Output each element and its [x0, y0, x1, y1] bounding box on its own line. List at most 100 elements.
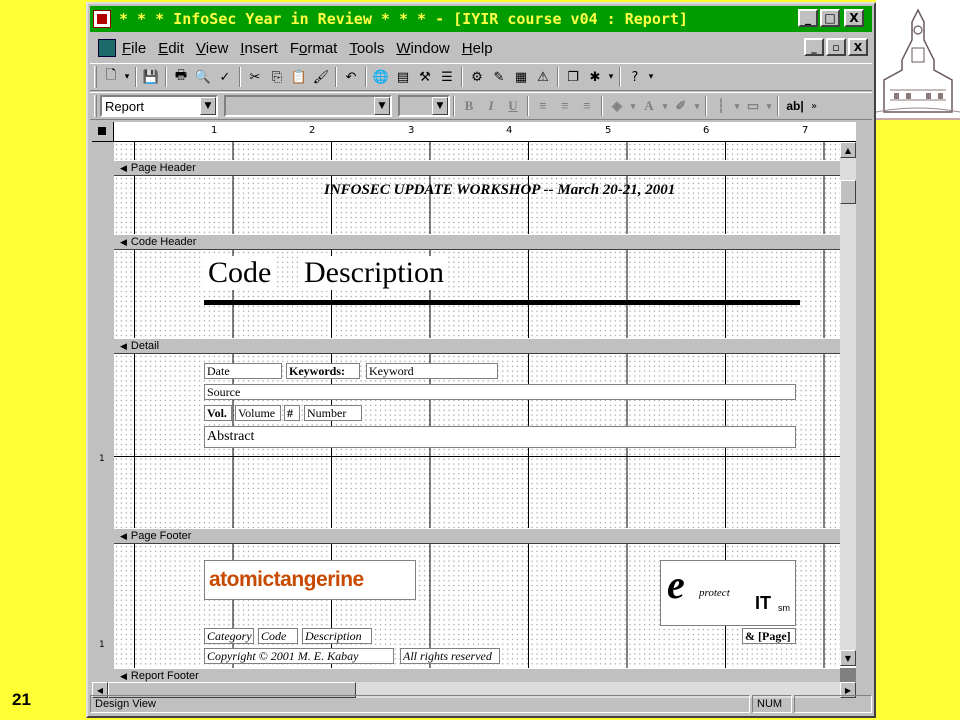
code-icon[interactable]: ✎	[488, 66, 510, 88]
autoformat-icon[interactable]: ⚙	[466, 66, 488, 88]
title-bar[interactable]: * * * InfoSec Year in Review * * * - [IY…	[90, 6, 872, 32]
vertical-scrollbar[interactable]: ▲ ▼	[840, 142, 856, 666]
minimize-button[interactable]: _	[798, 9, 818, 27]
text-box-control-icon[interactable]: ab|	[782, 95, 808, 117]
database-window-icon[interactable]: ❐	[562, 66, 584, 88]
view-dropdown-icon[interactable]: ▾	[122, 66, 132, 88]
select-report-corner[interactable]	[92, 122, 114, 142]
toolbox-icon[interactable]: ⚒	[414, 66, 436, 88]
sorting-grouping-icon[interactable]: ☰	[436, 66, 458, 88]
footer-code-field[interactable]: Code	[258, 628, 298, 644]
align-center-icon[interactable]: ≡	[554, 95, 576, 117]
access-app-icon[interactable]	[93, 10, 111, 28]
report-header-title[interactable]: INFOSEC UPDATE WORKSHOP -- March 20-21, …	[324, 182, 675, 199]
paste-icon[interactable]: 📋	[288, 66, 310, 88]
bold-icon[interactable]: B	[458, 95, 480, 117]
undo-icon[interactable]: ↶	[340, 66, 362, 88]
toolbar-grip[interactable]	[94, 95, 97, 117]
spelling-icon[interactable]: ✓	[214, 66, 236, 88]
align-left-icon[interactable]: ≡	[532, 95, 554, 117]
menu-help[interactable]: Help	[462, 40, 493, 57]
properties-icon[interactable]: ▦	[510, 66, 532, 88]
keywords-label[interactable]: Keywords:	[286, 363, 360, 379]
font-combo-arrow-icon[interactable]: ▼	[374, 97, 390, 115]
horizontal-ruler[interactable]: 1 2 3 4 5 6 7	[114, 122, 856, 142]
page-number-field[interactable]: & [Page]	[742, 628, 796, 644]
menu-view[interactable]: View	[196, 40, 228, 57]
fill-color-dropdown-icon[interactable]: ▾	[628, 95, 638, 117]
scroll-down-icon[interactable]: ▼	[840, 650, 856, 666]
align-right-icon[interactable]: ≡	[576, 95, 598, 117]
menu-format[interactable]: Format	[290, 40, 338, 57]
toolbar-grip[interactable]	[94, 66, 97, 88]
menu-window[interactable]: Window	[396, 40, 449, 57]
font-color-dropdown-icon[interactable]: ▾	[660, 95, 670, 117]
save-icon[interactable]: 💾	[140, 66, 162, 88]
hyperlink-icon[interactable]: 🌐	[370, 66, 392, 88]
menu-edit[interactable]: Edit	[158, 40, 184, 57]
doc-restore-button[interactable]: ▫	[826, 38, 846, 56]
line-width-icon[interactable]: ┆	[710, 95, 732, 117]
menu-insert[interactable]: Insert	[240, 40, 278, 57]
size-combo-arrow-icon[interactable]: ▼	[432, 97, 448, 115]
italic-icon[interactable]: I	[480, 95, 502, 117]
line-color-dropdown-icon[interactable]: ▾	[692, 95, 702, 117]
number-field[interactable]: Number	[304, 405, 362, 421]
vertical-scroll-thumb[interactable]	[840, 180, 856, 204]
date-field[interactable]: Date	[204, 363, 282, 379]
toolbar-options-icon[interactable]: ▾	[646, 66, 656, 88]
description-column-label[interactable]: Description	[300, 256, 448, 290]
font-combo[interactable]: ▼	[224, 95, 392, 117]
maximize-button[interactable]: □	[820, 9, 840, 27]
close-button[interactable]: X	[844, 9, 864, 27]
keyword-field[interactable]: Keyword	[366, 363, 498, 379]
object-combo-arrow-icon[interactable]: ▼	[200, 97, 216, 115]
fill-color-icon[interactable]: ◈	[606, 95, 628, 117]
new-object-dropdown-icon[interactable]: ▾	[606, 66, 616, 88]
atomic-tangerine-logo[interactable]: atomictangerine	[204, 560, 416, 600]
field-list-icon[interactable]: ▤	[392, 66, 414, 88]
abstract-field[interactable]: Abstract	[204, 426, 796, 448]
footer-description-field[interactable]: Description	[302, 628, 372, 644]
code-column-label[interactable]: Code	[204, 256, 276, 290]
vol-label[interactable]: Vol.	[204, 405, 232, 421]
menu-tools[interactable]: Tools	[349, 40, 384, 57]
format-painter-icon[interactable]: 🖌	[310, 66, 332, 88]
report-header-area[interactable]	[114, 142, 856, 160]
scroll-up-icon[interactable]: ▲	[840, 142, 856, 158]
copy-icon[interactable]: ⎘	[266, 66, 288, 88]
category-field[interactable]: Category	[204, 628, 254, 644]
more-controls-icon[interactable]: »	[808, 95, 820, 117]
report-footer-bar[interactable]: ◀ Report Footer	[114, 668, 840, 682]
header-rule[interactable]	[204, 300, 800, 305]
report-doc-icon[interactable]	[98, 39, 116, 57]
eprotect-logo[interactable]: e protect IT sm	[660, 560, 796, 626]
hash-label[interactable]: #	[284, 405, 300, 421]
help-icon[interactable]: ?	[624, 66, 646, 88]
print-preview-icon[interactable]: 🔍	[192, 66, 214, 88]
print-icon[interactable]: 🖶	[170, 66, 192, 88]
size-combo[interactable]: ▼	[398, 95, 450, 117]
vertical-ruler[interactable]: 1 1	[92, 142, 114, 682]
menu-file[interactable]: File	[122, 40, 146, 57]
special-effect-icon[interactable]: ▭	[742, 95, 764, 117]
font-color-icon[interactable]: A	[638, 95, 660, 117]
doc-minimize-button[interactable]: _	[804, 38, 824, 56]
page-footer-bar[interactable]: ◀ Page Footer	[114, 528, 840, 544]
line-width-dropdown-icon[interactable]: ▾	[732, 95, 742, 117]
copyright-field[interactable]: Copyright © 2001 M. E. Kabay	[204, 648, 394, 664]
special-effect-dropdown-icon[interactable]: ▾	[764, 95, 774, 117]
cut-icon[interactable]: ✂	[244, 66, 266, 88]
source-field[interactable]: Source	[204, 384, 796, 400]
page-header-bar[interactable]: ◀ Page Header	[114, 160, 840, 176]
view-icon[interactable]: 🗋	[100, 66, 122, 88]
rights-field[interactable]: All rights reserved	[400, 648, 500, 664]
detail-bar[interactable]: ◀ Detail	[114, 338, 840, 354]
object-combo[interactable]: Report ▼	[100, 95, 218, 117]
doc-close-button[interactable]: X	[848, 38, 868, 56]
line-color-icon[interactable]: ✐	[670, 95, 692, 117]
new-object-icon[interactable]: ✱	[584, 66, 606, 88]
underline-icon[interactable]: U	[502, 95, 524, 117]
code-header-bar[interactable]: ◀ Code Header	[114, 234, 840, 250]
volume-field[interactable]: Volume	[235, 405, 281, 421]
